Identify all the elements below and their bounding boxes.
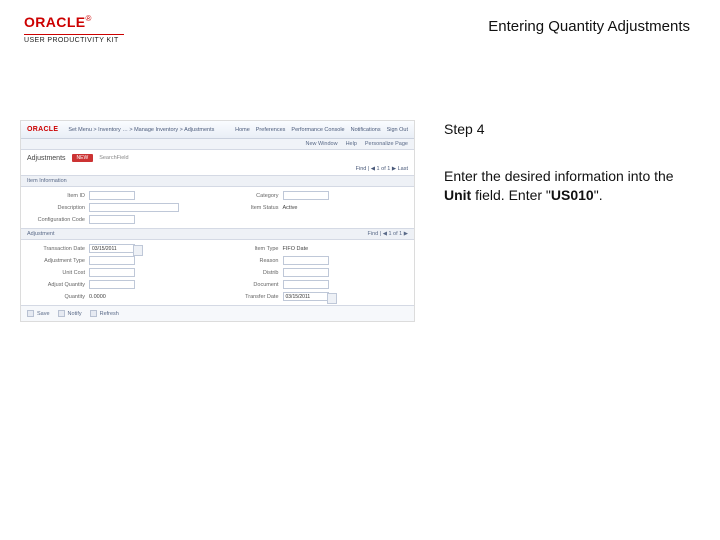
- value-item-type: FIFO Date: [283, 246, 309, 252]
- field-name: Unit: [444, 187, 471, 203]
- input-document[interactable]: [283, 280, 329, 289]
- section-adjustment: Adjustment Find | ◀ 1 of 1 ▶: [21, 228, 414, 240]
- label-txn-date: Transaction Date: [29, 246, 85, 252]
- nav-home[interactable]: Home: [235, 127, 250, 133]
- page-title: Entering Quantity Adjustments: [488, 18, 690, 35]
- section-paginator[interactable]: Find | ◀ 1 of 1 ▶: [368, 231, 408, 237]
- refresh-icon: [90, 310, 97, 317]
- nav-signout[interactable]: Sign Out: [387, 127, 408, 133]
- value-qty: 0.0000: [89, 294, 106, 300]
- label-unit-cost: Unit Cost: [29, 270, 85, 276]
- label-distrib: Distrib: [223, 270, 279, 276]
- subnav-personalize[interactable]: Personalize Page: [365, 141, 408, 147]
- paginator[interactable]: Find | ◀ 1 of 1 ▶ Last: [21, 166, 414, 175]
- input-reason[interactable]: [283, 256, 329, 265]
- input-unit-cost[interactable]: [89, 268, 135, 277]
- save-button[interactable]: Save: [27, 310, 50, 317]
- input-item-id[interactable]: [89, 191, 135, 200]
- secondary-crumb: SearchField: [99, 155, 128, 161]
- label-config-code: Configuration Code: [29, 217, 85, 223]
- registered-mark: ®: [86, 14, 92, 23]
- app-footer: Save Notify Refresh: [21, 305, 414, 321]
- field-value: US010: [551, 187, 594, 203]
- input-adj-qty[interactable]: [89, 280, 135, 289]
- input-distrib[interactable]: [283, 268, 329, 277]
- label-adj-type: Adjustment Type: [29, 258, 85, 264]
- item-info-fields: Item ID Category Description Item Status…: [21, 187, 414, 228]
- top-nav: Home Preferences Performance Console Not…: [235, 127, 408, 133]
- label-item-type: Item Type: [223, 246, 279, 252]
- value-item-status: Active: [283, 205, 298, 211]
- notify-button[interactable]: Notify: [58, 310, 82, 317]
- input-category[interactable]: [283, 191, 329, 200]
- breadcrumb: Set Menu > Inventory … > Manage Inventor…: [68, 127, 235, 133]
- adjustment-fields: Transaction Date 03/15/2011 Item Type FIFO…: [21, 240, 414, 305]
- instruction-text: Enter the desired information into the U…: [444, 167, 700, 205]
- input-xfer-date[interactable]: 03/15/2011: [283, 292, 329, 301]
- label-xfer-date: Transfer Date: [223, 294, 279, 300]
- input-adj-type[interactable]: [89, 256, 135, 265]
- label-reason: Reason: [223, 258, 279, 264]
- status-badge: NEW: [72, 154, 94, 162]
- label-qty: Quantity: [29, 294, 85, 300]
- page-heading: Adjustments: [27, 155, 66, 162]
- label-item-id: Item ID: [29, 193, 85, 199]
- subnav-new-window[interactable]: New Window: [305, 141, 337, 147]
- app-brand: ORACLE: [27, 126, 58, 133]
- brand-text: ORACLE: [24, 14, 86, 30]
- page-heading-row: Adjustments NEW SearchField: [21, 150, 414, 166]
- section-item-info: Item Information: [21, 175, 414, 187]
- label-category: Category: [223, 193, 279, 199]
- doc-header: ORACLE® USER PRODUCTIVITY KIT Entering Q…: [0, 14, 720, 50]
- input-description[interactable]: [89, 203, 179, 212]
- kit-label: USER PRODUCTIVITY KIT: [24, 37, 124, 44]
- refresh-button[interactable]: Refresh: [90, 310, 119, 317]
- app-screenshot: ORACLE Set Menu > Inventory … > Manage I…: [20, 120, 415, 322]
- label-item-status: Item Status: [223, 205, 279, 211]
- input-config-code[interactable]: [89, 215, 135, 224]
- instruction-column: Step 4 Enter the desired information int…: [444, 120, 700, 322]
- app-topbar: ORACLE Set Menu > Inventory … > Manage I…: [21, 121, 414, 139]
- brand-underline: [24, 34, 124, 35]
- app-subnav: New Window Help Personalize Page: [21, 139, 414, 150]
- label-description: Description: [29, 205, 85, 211]
- nav-notifications[interactable]: Notifications: [351, 127, 381, 133]
- oracle-logo: ORACLE® USER PRODUCTIVITY KIT: [24, 14, 124, 44]
- label-document: Document: [223, 282, 279, 288]
- nav-perf-console[interactable]: Performance Console: [291, 127, 344, 133]
- label-adj-qty: Adjust Quantity: [29, 282, 85, 288]
- input-txn-date[interactable]: 03/15/2011: [89, 244, 135, 253]
- notify-icon: [58, 310, 65, 317]
- nav-preferences[interactable]: Preferences: [256, 127, 286, 133]
- subnav-help[interactable]: Help: [346, 141, 357, 147]
- save-icon: [27, 310, 34, 317]
- step-label: Step 4: [444, 120, 700, 139]
